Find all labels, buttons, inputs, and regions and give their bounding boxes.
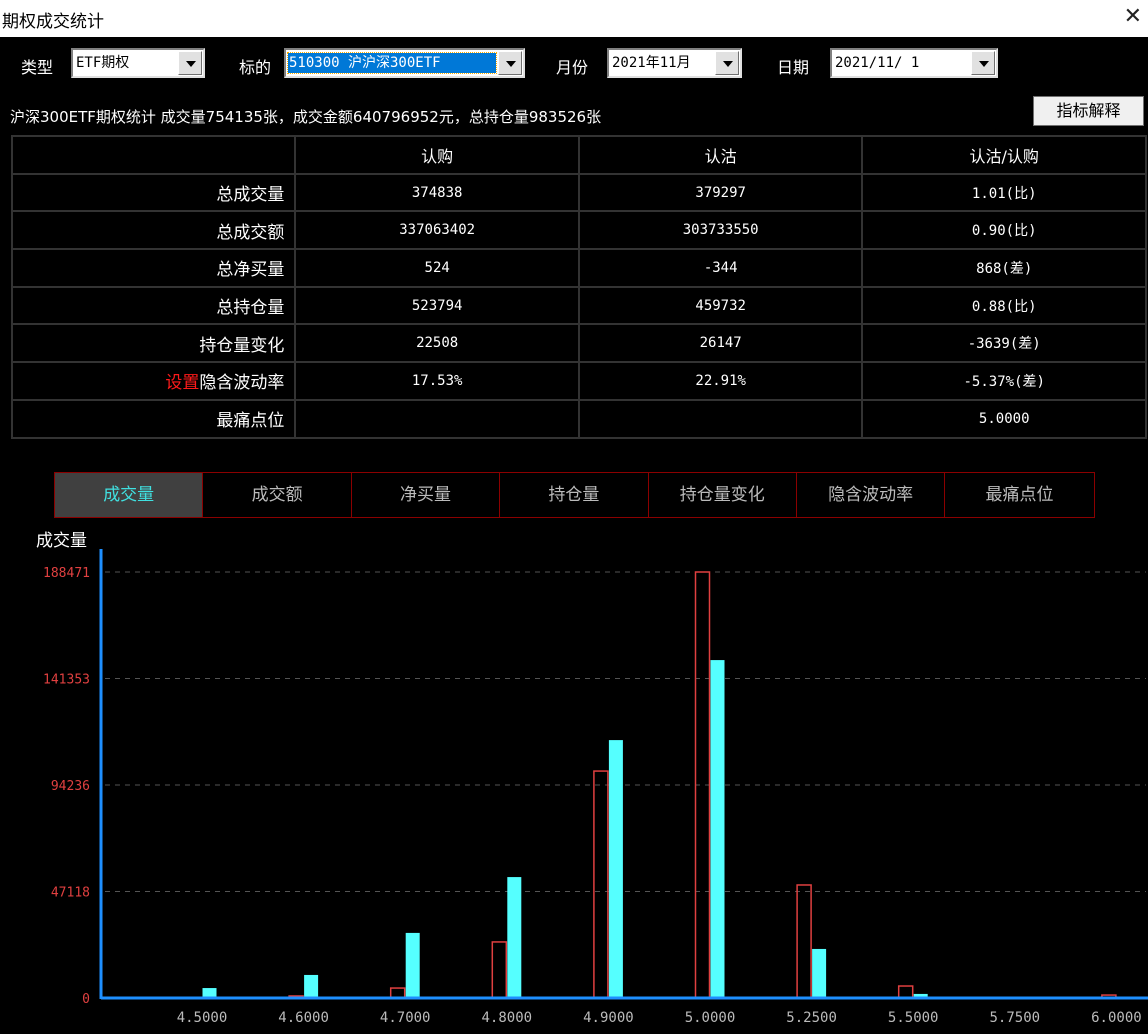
- table-row: 总净买量 524 -344 868(差): [10, 248, 1147, 288]
- x-tick-label: 5.2500: [786, 1010, 837, 1026]
- row-label-cell: 设置隐含波动率: [10, 361, 297, 401]
- call-bar: [593, 770, 609, 999]
- call-bar: [491, 941, 508, 999]
- x-tick-label: 4.9000: [583, 1010, 634, 1026]
- call-value: [294, 398, 580, 439]
- underlying-value: 510300 沪沪深300ETF: [287, 52, 497, 74]
- put-value: 379297: [577, 172, 864, 213]
- chevron-down-icon[interactable]: [178, 51, 202, 75]
- ratio-value: -3639(差): [861, 323, 1147, 364]
- date-select[interactable]: 2021/11/ 1: [830, 48, 998, 78]
- indicator-explain-button[interactable]: 指标解释: [1033, 96, 1144, 126]
- ratio-value: 0.90(比): [861, 210, 1147, 251]
- tab-oi-change[interactable]: 持仓量变化: [649, 473, 797, 517]
- x-tick-label: 5.0000: [685, 1010, 736, 1026]
- put-bar: [304, 974, 319, 998]
- tab-implied-vol[interactable]: 隐含波动率: [797, 473, 946, 517]
- x-tick-label: 6.0000: [1091, 1010, 1142, 1026]
- close-icon[interactable]: ✕: [1124, 4, 1142, 30]
- tab-volume[interactable]: 成交量: [55, 473, 204, 517]
- table-row: 最痛点位 5.0000: [10, 398, 1147, 439]
- header-call: 认购: [294, 135, 580, 175]
- x-tick-label: 4.6000: [278, 1010, 329, 1026]
- table-row: 持仓量变化 22508 26147 -3639(差): [10, 323, 1147, 364]
- tab-turnover[interactable]: 成交额: [203, 473, 352, 517]
- ratio-value: 868(差): [861, 248, 1147, 288]
- x-tick-label: 4.8000: [482, 1010, 533, 1026]
- underlying-label: 标的: [239, 58, 272, 77]
- header-ratio: 认沽/认购: [861, 135, 1147, 175]
- call-bar: [796, 884, 812, 999]
- call-value: 22508: [294, 323, 580, 364]
- chevron-down-icon[interactable]: [498, 51, 522, 75]
- put-bar: [710, 660, 725, 998]
- row-label: 最痛点位: [10, 398, 297, 439]
- date-label: 日期: [777, 58, 810, 77]
- month-label: 月份: [556, 58, 589, 77]
- type-value: ETF期权: [76, 55, 130, 71]
- call-value: 337063402: [294, 210, 580, 251]
- put-value: [577, 398, 864, 439]
- table-row: 总成交量 374838 379297 1.01(比): [10, 172, 1147, 213]
- date-value: 2021/11/ 1: [835, 55, 920, 71]
- chart-tabs: 成交量 成交额 净买量 持仓量 持仓量变化 隐含波动率 最痛点位: [54, 472, 1095, 518]
- put-value: 22.91%: [577, 361, 864, 401]
- y-tick-label: 188471: [43, 566, 90, 581]
- table-row: 设置隐含波动率 17.53% 22.91% -5.37%(差): [10, 361, 1147, 401]
- volume-bar-chart: 0 47118 94236 141353 188471 4.5000 4.6000 4.700…: [43, 549, 1148, 1026]
- call-value: 524: [294, 248, 580, 288]
- y-tick-label: 0: [82, 992, 90, 1007]
- title-bar: 期权成交统计 ✕: [0, 0, 1148, 37]
- put-bar: [608, 740, 623, 998]
- row-label: 总成交量: [10, 172, 297, 213]
- y-tick-label: 47118: [51, 885, 90, 900]
- header-cell: [10, 135, 297, 175]
- put-value: 26147: [577, 323, 864, 364]
- filter-toolbar: 类型 ETF期权 标的 510300 沪沪深300ETF 月份 2021年11月…: [0, 48, 1148, 82]
- table-row: 总成交额 337063402 303733550 0.90(比): [10, 210, 1147, 251]
- x-tick-label: 5.5000: [888, 1010, 939, 1026]
- row-label: 总持仓量: [10, 285, 297, 326]
- summary-text: 沪深300ETF期权统计 成交量754135张，成交金额640796952元，总…: [10, 108, 602, 126]
- row-label: 持仓量变化: [10, 323, 297, 364]
- call-value: 17.53%: [294, 361, 580, 401]
- tab-net-buy[interactable]: 净买量: [352, 473, 501, 517]
- ratio-value: 0.88(比): [861, 285, 1147, 326]
- ratio-value: 5.0000: [861, 398, 1147, 439]
- call-value: 374838: [294, 172, 580, 213]
- chevron-down-icon[interactable]: [715, 51, 739, 75]
- x-tick-label: 4.7000: [380, 1010, 431, 1026]
- row-label: 总净买量: [10, 248, 297, 288]
- row-label: 隐含波动率: [199, 373, 285, 394]
- call-value: 523794: [294, 285, 580, 326]
- x-tick-label: 4.5000: [177, 1010, 228, 1026]
- month-select[interactable]: 2021年11月: [607, 48, 742, 78]
- call-bar: [897, 985, 914, 999]
- x-tick-label: 5.7500: [990, 1010, 1041, 1026]
- tab-open-interest[interactable]: 持仓量: [500, 473, 649, 517]
- underlying-select[interactable]: 510300 沪沪深300ETF: [284, 48, 525, 78]
- table-header-row: 认购 认沽 认沽/认购: [10, 135, 1147, 175]
- put-bar: [507, 877, 522, 998]
- put-value: 303733550: [577, 210, 864, 251]
- ratio-value: 1.01(比): [861, 172, 1147, 213]
- window-title: 期权成交统计: [2, 12, 104, 32]
- settings-link[interactable]: 设置: [165, 373, 199, 393]
- table-row: 总持仓量 523794 459732 0.88(比): [10, 285, 1147, 326]
- put-bar: [812, 948, 827, 998]
- put-value: 459732: [577, 285, 864, 326]
- ratio-value: -5.37%(差): [861, 361, 1147, 401]
- tab-max-pain[interactable]: 最痛点位: [945, 473, 1093, 517]
- month-value: 2021年11月: [612, 55, 691, 71]
- put-value: -344: [577, 248, 864, 288]
- y-tick-label: 141353: [43, 673, 90, 688]
- type-select[interactable]: ETF期权: [71, 48, 205, 78]
- chevron-down-icon[interactable]: [971, 51, 995, 75]
- put-bar: [405, 932, 420, 998]
- header-put: 认沽: [577, 135, 864, 175]
- type-label: 类型: [21, 58, 54, 77]
- y-tick-label: 94236: [51, 779, 90, 794]
- row-label: 总成交额: [10, 210, 297, 251]
- stats-table: 认购 认沽 认沽/认购 总成交量 374838 379297 1.01(比) 总…: [10, 135, 1147, 439]
